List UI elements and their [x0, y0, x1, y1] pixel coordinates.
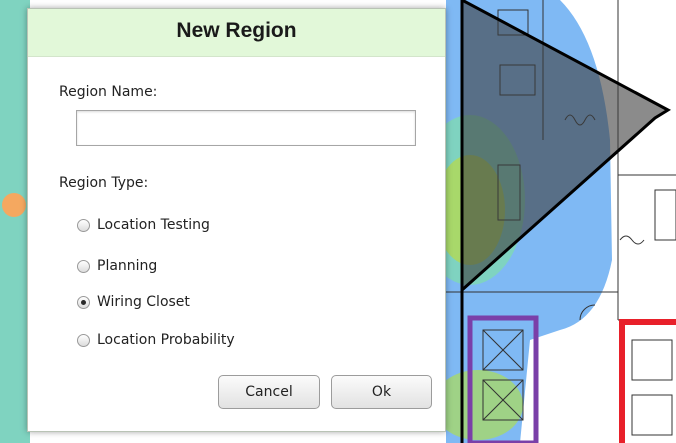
dialog-header: New Region [28, 9, 445, 57]
radio-label: Location Probability [97, 332, 235, 348]
heatmap-left-strip [0, 0, 30, 443]
cancel-button[interactable]: Cancel [218, 375, 320, 409]
region-name-input[interactable] [76, 110, 416, 146]
radio-location-testing[interactable]: Location Testing [77, 215, 210, 235]
radio-wiring-closet[interactable]: Wiring Closet [77, 292, 190, 312]
radio-label: Location Testing [97, 217, 210, 233]
new-region-dialog: New Region Region Name: Region Type: Loc… [27, 8, 446, 432]
dialog-title: New Region [176, 19, 297, 42]
ok-button[interactable]: Ok [331, 375, 432, 409]
heatmap-hotspot [2, 193, 26, 217]
radio-button-selected-icon[interactable] [77, 295, 90, 309]
radio-location-probability[interactable]: Location Probability [77, 330, 235, 350]
region-type-label: Region Type: [59, 175, 149, 191]
radio-label: Planning [97, 258, 158, 274]
region-name-label: Region Name: [59, 84, 158, 100]
radio-button-icon[interactable] [77, 259, 90, 273]
radio-label: Wiring Closet [97, 294, 190, 310]
radio-planning[interactable]: Planning [77, 256, 157, 276]
radio-button-icon[interactable] [77, 333, 90, 347]
radio-button-icon[interactable] [77, 218, 90, 232]
